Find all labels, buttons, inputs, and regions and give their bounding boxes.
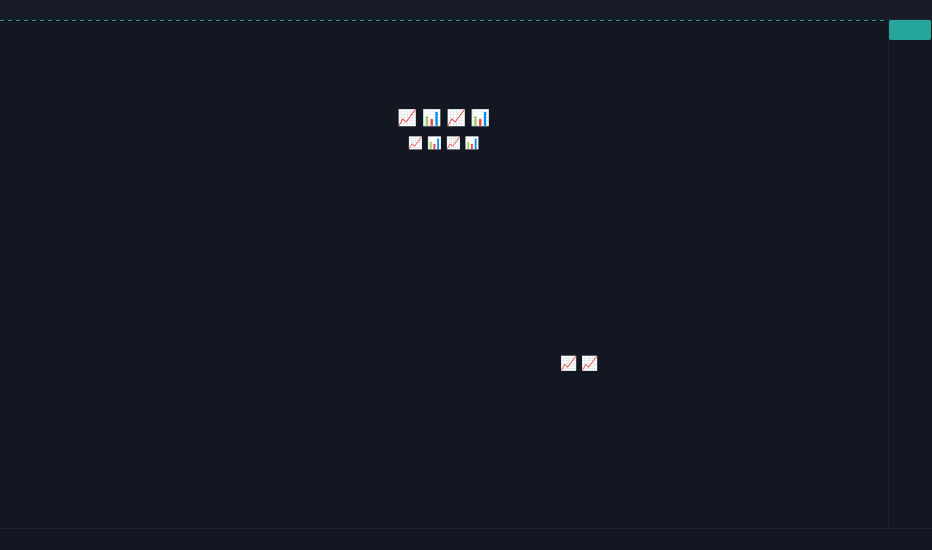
chart-increasing-icon: 📈 — [397, 110, 418, 127]
rising-wedge-annotation: 📈 📈 — [560, 355, 599, 372]
price-axis[interactable] — [888, 20, 932, 528]
chart-header — [0, 0, 932, 20]
bar-chart-icon-4: 📊 — [464, 136, 480, 150]
chart-increasing-icon-3: 📈 — [408, 136, 424, 150]
tradingview-chart-screenshot: 📈 📊 📈 📊 📈 📊 📈 📊 📈 📈 — [0, 0, 932, 550]
bar-chart-icon-3: 📊 — [427, 136, 443, 150]
chart-increasing-icon-2: 📈 — [446, 110, 466, 127]
chartpattern-alert-annotation: 📈 📊 📈 📊 — [0, 108, 888, 128]
bar-chart-icon: 📊 — [422, 110, 442, 127]
bar-chart-icon-2: 📊 — [470, 110, 491, 127]
time-axis[interactable] — [0, 528, 932, 550]
chart-pane[interactable]: 📈 📊 📈 📊 📈 📊 📈 📊 📈 📈 — [0, 20, 888, 528]
last-price-badge[interactable] — [889, 20, 931, 40]
chart-increasing-icon-5: 📈 — [560, 356, 578, 371]
chart-increasing-icon-4: 📈 — [445, 136, 461, 150]
trade-with-love-annotation: 📈 📊 📈 📊 — [0, 135, 888, 150]
last-price-line — [0, 20, 888, 21]
chart-increasing-icon-6: 📈 — [581, 356, 599, 371]
